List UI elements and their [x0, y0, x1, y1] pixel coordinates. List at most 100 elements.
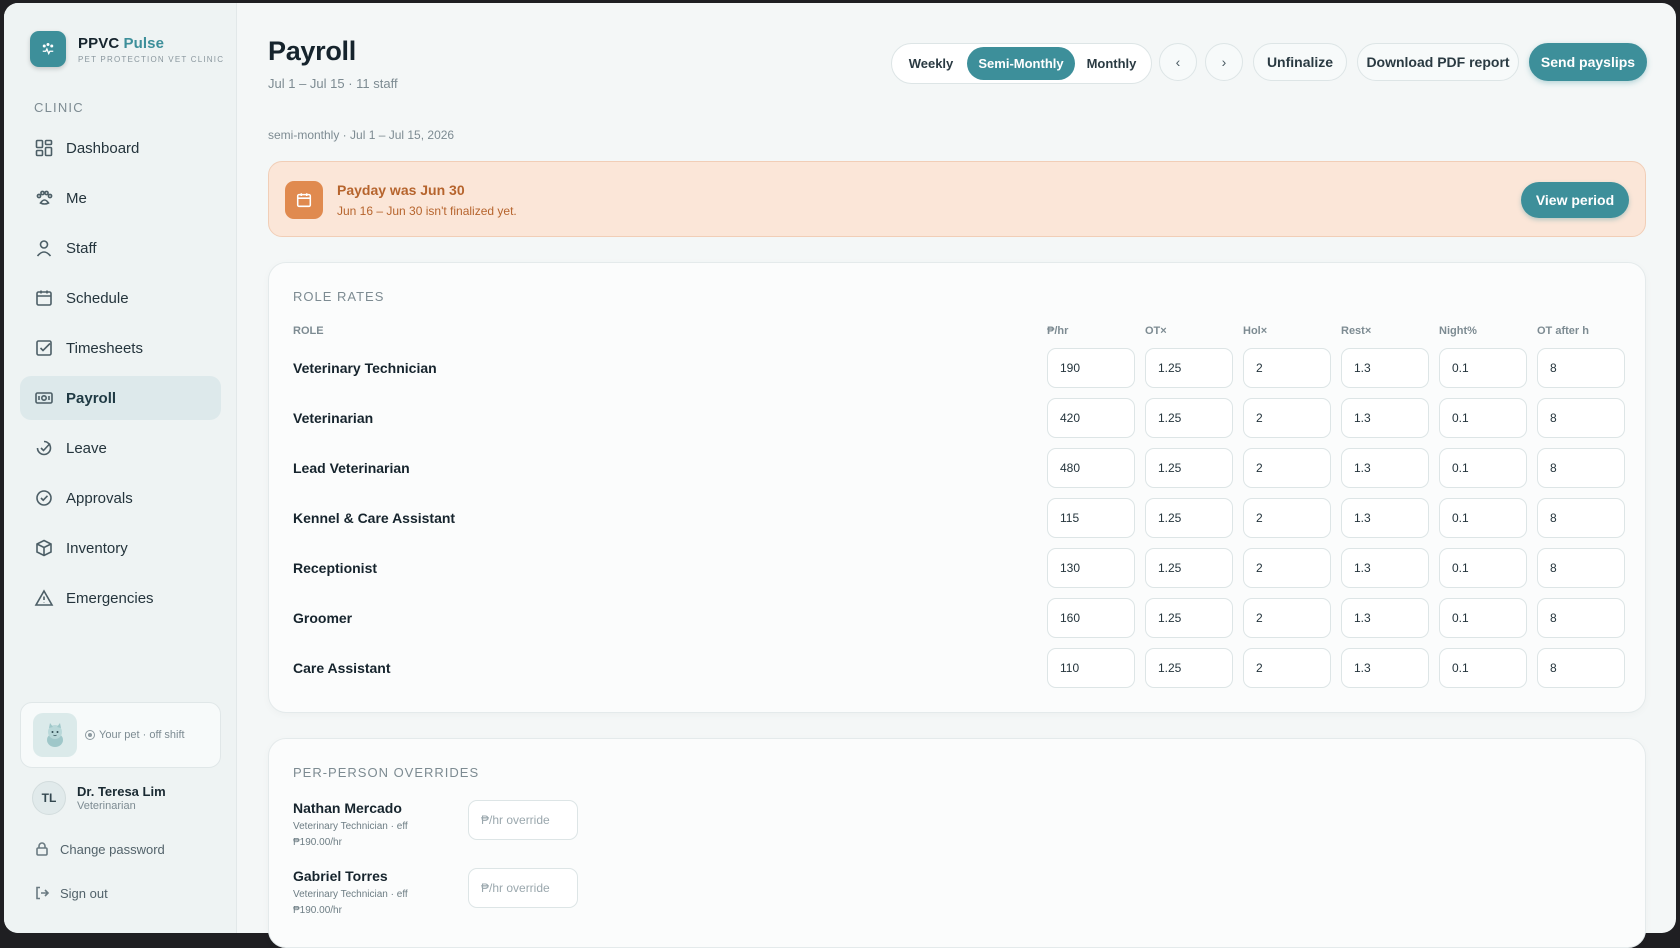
role-row: Care Assistant 110 1.25 2 1.3 0.1 8 — [293, 648, 1625, 688]
override-row: Gabriel Torres Veterinary Technician · e… — [293, 868, 593, 918]
sidebar-item-label: Leave — [66, 439, 107, 457]
box-icon — [36, 539, 52, 557]
download-pdf-button[interactable]: Download PDF report — [1357, 43, 1519, 81]
holiday-input[interactable]: 2 — [1243, 448, 1331, 488]
ot-after-input[interactable]: 8 — [1537, 498, 1625, 538]
sidebar-item-staff[interactable]: Staff — [20, 226, 221, 270]
change-password-label: Change password — [60, 841, 165, 857]
ot-input[interactable]: 1.25 — [1145, 648, 1233, 688]
overrides-card: PER-PERSON OVERRIDES Nathan Mercado Vete… — [268, 738, 1646, 948]
sidebar-item-me[interactable]: Me — [20, 176, 221, 220]
rate-override-input[interactable]: ₱/hr override — [468, 800, 578, 840]
ot-input[interactable]: 1.25 — [1145, 398, 1233, 438]
brand[interactable]: PPVC Pulse PET PROTECTION VET CLINIC — [30, 31, 224, 67]
person-icon — [36, 240, 52, 257]
sidebar-item-inventory[interactable]: Inventory — [20, 526, 221, 570]
rest-input[interactable]: 1.3 — [1341, 648, 1429, 688]
period-type-toggle: Weekly Semi-Monthly Monthly — [891, 43, 1152, 84]
paw-logo-icon — [30, 31, 66, 67]
sidebar-item-payroll[interactable]: Payroll — [20, 376, 221, 420]
warning-icon — [34, 589, 54, 606]
prev-period-button[interactable]: ‹ — [1159, 43, 1197, 81]
sidebar-item-emergencies[interactable]: Emergencies — [20, 576, 221, 620]
rate-input[interactable]: 130 — [1047, 548, 1135, 588]
night-input[interactable]: 0.1 — [1439, 548, 1527, 588]
sidebar-item-dashboard[interactable]: Dashboard — [20, 126, 221, 170]
segment-monthly[interactable]: Monthly — [1075, 47, 1148, 80]
night-input[interactable]: 0.1 — [1439, 348, 1527, 388]
rest-input[interactable]: 1.3 — [1341, 598, 1429, 638]
rest-input[interactable]: 1.3 — [1341, 498, 1429, 538]
sidebar-item-label: Approvals — [66, 489, 133, 507]
ot-input[interactable]: 1.25 — [1145, 548, 1233, 588]
holiday-input[interactable]: 2 — [1243, 548, 1331, 588]
night-input[interactable]: 0.1 — [1439, 648, 1527, 688]
rate-input[interactable]: 110 — [1047, 648, 1135, 688]
unfinalize-button[interactable]: Unfinalize — [1253, 43, 1347, 81]
user-profile[interactable]: TL Dr. Teresa Lim Veterinarian — [32, 781, 166, 815]
segment-semi-monthly[interactable]: Semi-Monthly — [967, 47, 1075, 80]
night-input[interactable]: 0.1 — [1439, 398, 1527, 438]
brand-name: PPVC Pulse — [78, 34, 165, 52]
sidebar-item-timesheets[interactable]: Timesheets — [20, 326, 221, 370]
holiday-input[interactable]: 2 — [1243, 598, 1331, 638]
column-header-holiday: Hol× — [1243, 325, 1268, 337]
night-input[interactable]: 0.1 — [1439, 598, 1527, 638]
holiday-input[interactable]: 2 — [1243, 498, 1331, 538]
sidebar-item-approvals[interactable]: Approvals — [20, 476, 221, 520]
sidebar-item-schedule[interactable]: Schedule — [20, 276, 221, 320]
ot-after-input[interactable]: 8 — [1537, 648, 1625, 688]
period-label: semi-monthly · Jul 1 – Jul 15, 2026 — [268, 128, 455, 142]
rest-input[interactable]: 1.3 — [1341, 398, 1429, 438]
column-header-rate: ₱/hr — [1047, 325, 1069, 337]
sidebar-item-label: Schedule — [66, 289, 129, 307]
ot-after-input[interactable]: 8 — [1537, 398, 1625, 438]
send-payslips-button[interactable]: Send payslips — [1529, 43, 1647, 81]
ot-input[interactable]: 1.25 — [1145, 448, 1233, 488]
rate-input[interactable]: 480 — [1047, 448, 1135, 488]
section-title: ROLE RATES — [293, 289, 385, 304]
ot-after-input[interactable]: 8 — [1537, 598, 1625, 638]
user-role: Veterinarian — [77, 800, 136, 812]
sign-out-link[interactable]: Sign out — [34, 885, 108, 901]
paw-icon — [36, 190, 53, 205]
ot-input[interactable]: 1.25 — [1145, 498, 1233, 538]
holiday-input[interactable]: 2 — [1243, 648, 1331, 688]
ot-input[interactable]: 1.25 — [1145, 598, 1233, 638]
view-period-button[interactable]: View period — [1521, 182, 1629, 218]
rate-input[interactable]: 115 — [1047, 498, 1135, 538]
role-name: Lead Veterinarian — [293, 460, 410, 476]
ot-after-input[interactable]: 8 — [1537, 548, 1625, 588]
sidebar-item-leave[interactable]: Leave — [20, 426, 221, 470]
ot-after-input[interactable]: 8 — [1537, 448, 1625, 488]
rest-input[interactable]: 1.3 — [1341, 348, 1429, 388]
checkbox-icon — [36, 340, 52, 356]
column-header-rest: Rest× — [1341, 325, 1372, 337]
rest-input[interactable]: 1.3 — [1341, 448, 1429, 488]
rate-input[interactable]: 190 — [1047, 348, 1135, 388]
money-icon — [35, 392, 53, 404]
next-period-button[interactable]: › — [1205, 43, 1243, 81]
rest-input[interactable]: 1.3 — [1341, 548, 1429, 588]
ot-after-input[interactable]: 8 — [1537, 348, 1625, 388]
holiday-input[interactable]: 2 — [1243, 398, 1331, 438]
role-row: Veterinarian 420 1.25 2 1.3 0.1 8 — [293, 398, 1625, 438]
role-name: Veterinarian — [293, 410, 374, 426]
role-row: Lead Veterinarian 480 1.25 2 1.3 0.1 8 — [293, 448, 1625, 488]
change-password-link[interactable]: Change password — [34, 841, 165, 857]
check-circle-icon — [36, 490, 52, 506]
column-header-role: ROLE — [293, 325, 324, 337]
segment-weekly[interactable]: Weekly — [895, 47, 967, 80]
ot-input[interactable]: 1.25 — [1145, 348, 1233, 388]
sidebar-item-label: Payroll — [66, 389, 117, 407]
rate-override-input[interactable]: ₱/hr override — [468, 868, 578, 908]
rate-input[interactable]: 420 — [1047, 398, 1135, 438]
sidebar-nav: Dashboard Me Staff Schedule Timesheets P… — [20, 126, 221, 626]
night-input[interactable]: 0.1 — [1439, 448, 1527, 488]
pet-status-card[interactable]: Your pet · off shift — [20, 702, 221, 768]
rate-input[interactable]: 160 — [1047, 598, 1135, 638]
role-name: Groomer — [293, 610, 353, 626]
night-input[interactable]: 0.1 — [1439, 498, 1527, 538]
holiday-input[interactable]: 2 — [1243, 348, 1331, 388]
chevron-right-icon: › — [1221, 54, 1227, 70]
